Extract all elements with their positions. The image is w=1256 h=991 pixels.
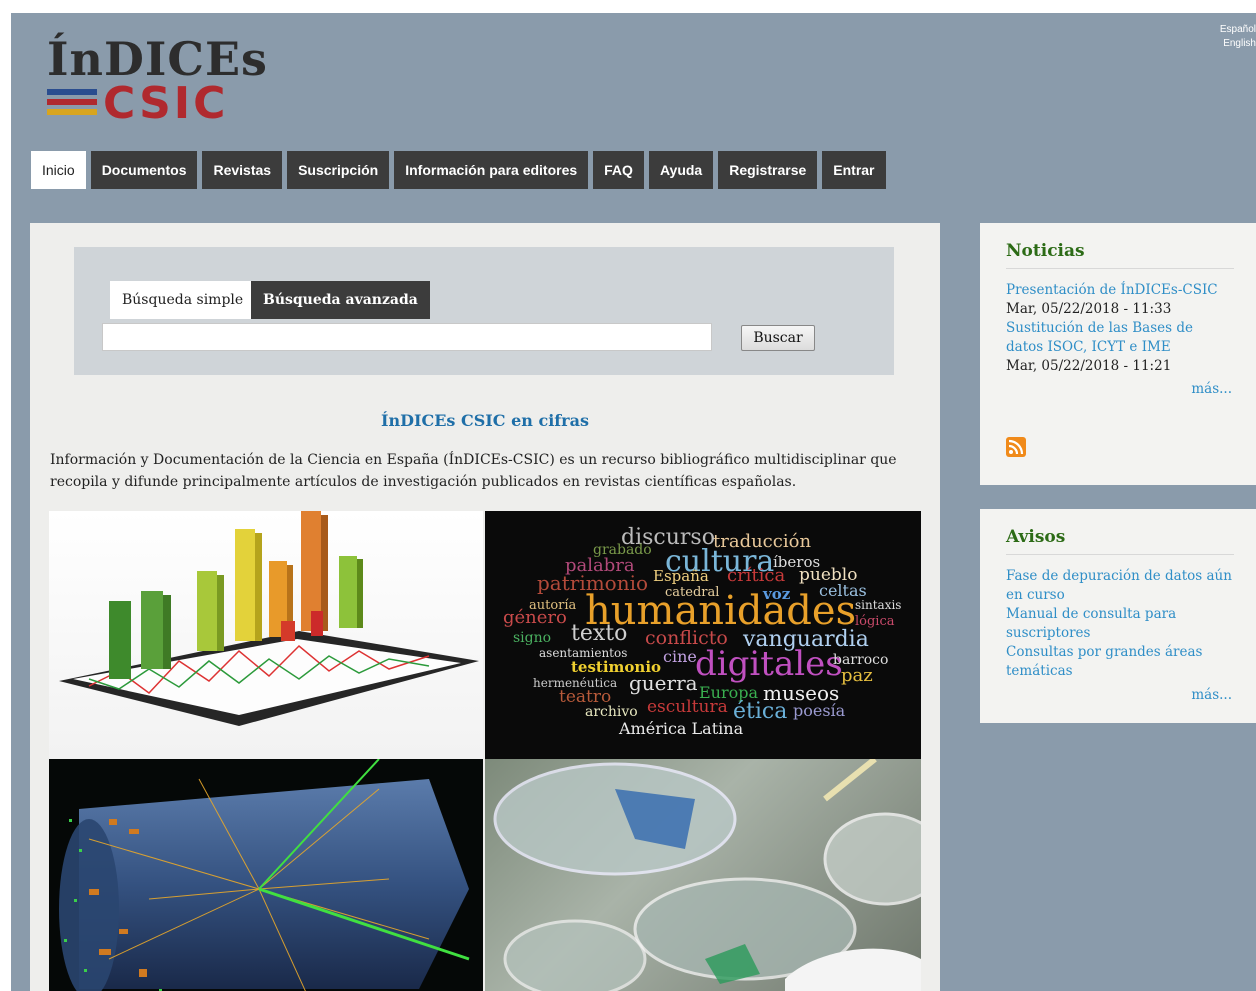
noticias-list: Presentación de ÍnDICEs-CSIC Mar, 05/22/… [1006, 281, 1234, 376]
noticia-date: Mar, 05/22/2018 - 11:21 [1006, 358, 1172, 374]
tab-busqueda-avanzada[interactable]: Búsqueda avanzada [251, 281, 430, 319]
word-cloud-image: discurso traducción grabado palabra cult… [485, 511, 921, 759]
noticia-date: Mar, 05/22/2018 - 11:33 [1006, 301, 1172, 317]
logo-flag-bars [47, 89, 97, 119]
lang-es-link[interactable]: Español [1220, 23, 1256, 37]
noticia-link[interactable]: Presentación de ÍnDICEs-CSIC [1006, 281, 1234, 300]
nav-item-ayuda[interactable]: Ayuda [648, 151, 714, 189]
main-content: Búsqueda simple Búsqueda avanzada Buscar… [30, 223, 940, 991]
noticias-heading: Noticias [1006, 241, 1234, 269]
rss-feed-icon[interactable] [1006, 437, 1026, 457]
avisos-list: Fase de depuración de datos aún en curso… [1006, 567, 1234, 681]
nav-item-documentos[interactable]: Documentos [90, 151, 198, 189]
avisos-heading: Avisos [1006, 527, 1234, 555]
avisos-block: Avisos Fase de depuración de datos aún e… [980, 509, 1256, 723]
nav-item-revistas[interactable]: Revistas [202, 151, 283, 189]
nav-item-suscripcion[interactable]: Suscripción [287, 151, 390, 189]
language-switcher: Español English [1220, 23, 1256, 51]
lang-en-link[interactable]: English [1220, 37, 1256, 51]
nav-item-entrar[interactable]: Entrar [822, 151, 886, 189]
search-button[interactable]: Buscar [741, 325, 815, 351]
nav-item-faq[interactable]: FAQ [593, 151, 644, 189]
avisos-more-link[interactable]: más... [1191, 687, 1232, 703]
intro-paragraph: Información y Documentación de la Cienci… [50, 452, 897, 490]
aviso-link[interactable]: Fase de depuración de datos aún en curso [1006, 567, 1234, 605]
search-panel: Búsqueda simple Búsqueda avanzada Buscar [74, 247, 894, 375]
aviso-link[interactable]: Consultas por grandes áreas temáticas [1006, 643, 1234, 681]
main-nav: Inicio Documentos Revistas Suscripción I… [31, 151, 891, 189]
logo-text-csic: CSIC [103, 78, 229, 129]
page-frame: ÍnDICEs CSIC Español English Inicio Docu… [11, 13, 1256, 991]
noticia-link[interactable]: Sustitución de las Bases de datos ISOC, … [1006, 319, 1234, 357]
nav-item-editores[interactable]: Información para editores [394, 151, 589, 189]
nav-item-registrarse[interactable]: Registrarse [718, 151, 818, 189]
noticias-more-link[interactable]: más... [1191, 381, 1232, 397]
petri-dishes-image [485, 759, 921, 991]
aviso-link[interactable]: Manual de consulta para suscriptores [1006, 605, 1234, 643]
cifras-link[interactable]: ÍnDICEs CSIC en cifras [30, 411, 940, 430]
tab-busqueda-simple[interactable]: Búsqueda simple [110, 281, 256, 319]
search-input[interactable] [102, 323, 712, 351]
noticias-block: Noticias Presentación de ÍnDICEs-CSIC Ma… [980, 223, 1256, 485]
particle-detector-image [49, 759, 483, 991]
image-mosaic: discurso traducción grabado palabra cult… [49, 511, 921, 991]
tablet-chart-image [49, 511, 483, 759]
nav-item-inicio[interactable]: Inicio [31, 151, 86, 189]
site-logo[interactable]: ÍnDICEs CSIC [47, 33, 277, 129]
